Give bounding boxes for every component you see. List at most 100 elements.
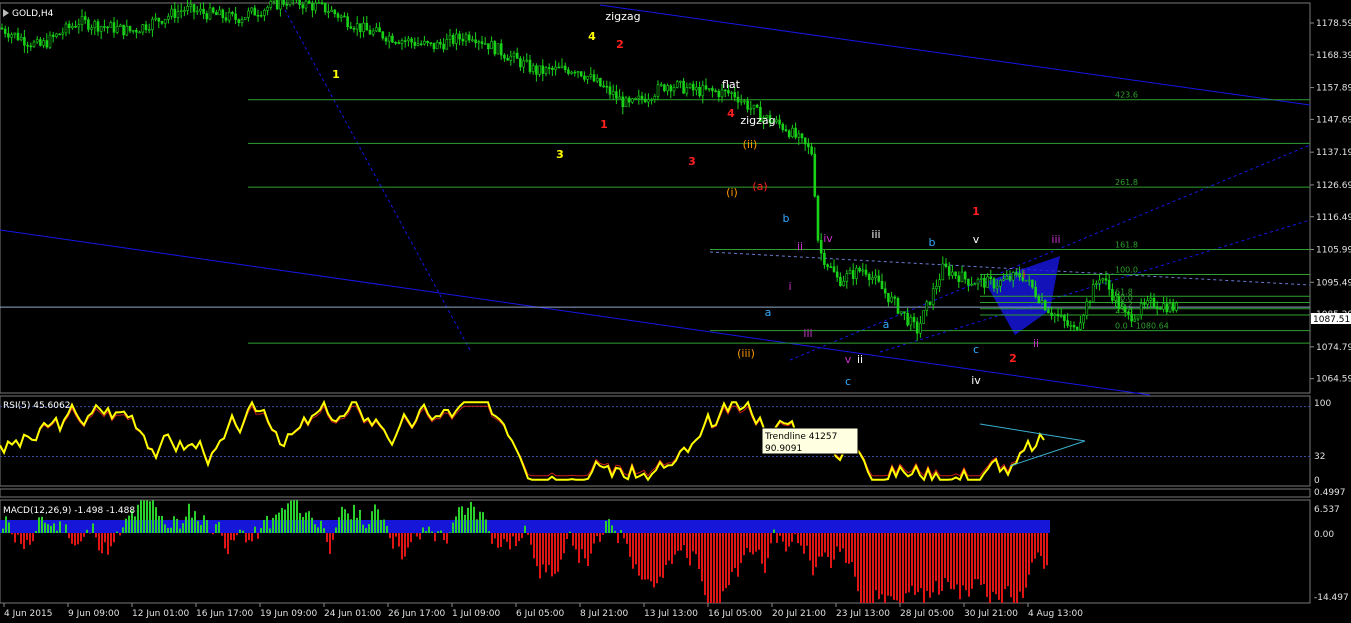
macd-bar — [101, 533, 103, 554]
macd-bar — [410, 533, 412, 543]
candle-body — [432, 42, 436, 50]
macd-bar — [188, 503, 190, 533]
macd-bar — [815, 533, 817, 568]
candle-body — [256, 14, 260, 17]
candle-body — [10, 34, 13, 38]
candle-body — [1152, 297, 1156, 307]
trendline-tooltip-value: 90.9091 — [765, 444, 802, 454]
time-tick-label: 9 Jun 09:00 — [68, 609, 120, 619]
candle-body — [471, 39, 474, 42]
candle-body — [1136, 314, 1140, 320]
candle-body — [602, 85, 605, 88]
macd-bar — [647, 533, 649, 580]
macd-bar — [521, 533, 523, 539]
candle-body — [391, 35, 394, 43]
candle-body — [957, 275, 961, 283]
candle-body — [947, 266, 951, 276]
macd-bar — [626, 533, 628, 544]
candle-body — [106, 26, 109, 29]
candle-body — [906, 312, 909, 326]
macd-bar — [299, 513, 301, 533]
candle-body — [439, 42, 442, 45]
macd-bar — [803, 533, 805, 554]
candle-body — [698, 86, 701, 97]
macd-bar — [836, 533, 838, 547]
macd-bar — [239, 529, 241, 533]
candle-body — [538, 65, 541, 75]
macd-bar — [800, 533, 802, 546]
wave-label: i — [1022, 268, 1025, 281]
time-tick-label: 13 Jul 13:00 — [644, 609, 698, 619]
candle-body — [493, 41, 497, 55]
candle-body — [567, 69, 570, 74]
candle-body — [400, 40, 404, 44]
price-tick-label: 1168.39 — [1316, 51, 1351, 61]
candle-body — [234, 13, 237, 20]
macd-bar — [776, 533, 778, 543]
macd-title: MACD(12,26,9) -1.498 -1.488 — [3, 506, 135, 516]
fib-label: 0.0 - 1080.64 — [1115, 322, 1169, 331]
fib-label: 100.0 — [1115, 265, 1138, 274]
macd-bar — [587, 533, 589, 567]
price-tick-label: 1064.59 — [1316, 375, 1351, 385]
macd-bar — [971, 533, 973, 589]
macd-bar — [269, 528, 271, 533]
candle-body — [579, 71, 583, 77]
price-tick-label: 1095.49 — [1316, 278, 1351, 288]
candle-body — [224, 17, 228, 21]
macd-bar — [203, 515, 205, 533]
candle-body — [499, 43, 503, 56]
macd-bar — [977, 533, 979, 580]
macd-bar — [74, 533, 76, 546]
candle-body — [586, 76, 589, 80]
macd-bar — [1031, 533, 1033, 563]
candle-body — [202, 8, 205, 14]
macd-bar — [242, 530, 244, 533]
candle-body — [1008, 276, 1012, 281]
macd-tick-bottom: -14.497 — [1314, 593, 1349, 603]
macd-bar — [890, 533, 892, 597]
macd-bar — [548, 533, 550, 565]
time-tick-label: 20 Jul 21:00 — [772, 609, 826, 619]
macd-bar — [833, 533, 835, 560]
candle-body — [352, 28, 356, 30]
candle-body — [112, 22, 116, 33]
candle-body — [583, 75, 586, 80]
candle-body — [167, 15, 170, 20]
rsi-tick-32: 32 — [1314, 452, 1325, 462]
candle-body — [336, 13, 340, 18]
candle-body — [1040, 300, 1044, 304]
wave-label: b — [929, 236, 936, 249]
candle-body — [483, 43, 487, 45]
macd-bar — [392, 533, 394, 549]
candle-body — [1123, 306, 1127, 313]
macd-bar — [383, 519, 385, 533]
candle-body — [960, 271, 964, 283]
macd-bar — [347, 513, 349, 533]
trendline-tooltip-name: Trendline 41257 — [764, 432, 837, 442]
candle-body — [1088, 301, 1092, 303]
macd-bar — [77, 533, 79, 545]
time-tick-label: 23 Jul 13:00 — [836, 609, 890, 619]
macd-bar — [314, 524, 316, 533]
candle-body — [1101, 278, 1105, 281]
candle-body — [397, 42, 401, 44]
candle-body — [205, 13, 209, 20]
candle-body — [71, 25, 74, 29]
candle-body — [631, 98, 634, 103]
wave-label: iv — [823, 232, 833, 245]
candle-body — [304, 0, 308, 9]
macd-bar — [368, 524, 370, 533]
candle-body — [970, 283, 973, 286]
candle-body — [675, 81, 679, 88]
candle-body — [931, 288, 935, 305]
rsi-tick-0: 0 — [1314, 476, 1320, 486]
candle-body — [963, 271, 967, 280]
candle-body — [867, 274, 871, 280]
candle-body — [755, 104, 759, 108]
wave-label: 1 — [972, 205, 980, 218]
candle-body — [490, 41, 493, 50]
candle-body — [240, 19, 244, 24]
candle-body — [269, 0, 273, 8]
candle-body — [739, 100, 743, 103]
